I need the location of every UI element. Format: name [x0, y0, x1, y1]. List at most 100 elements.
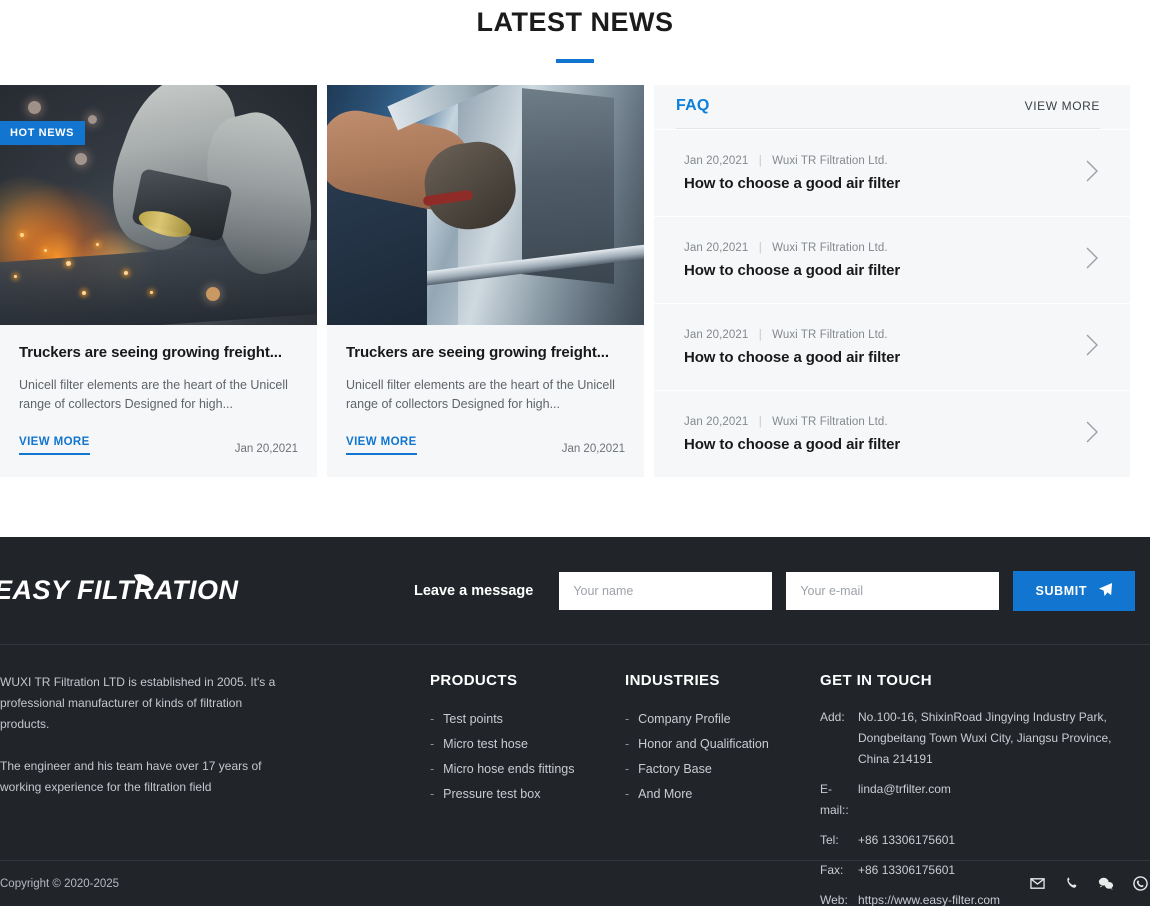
view-more-link[interactable]: VIEW MORE: [346, 436, 417, 455]
chevron-right-icon[interactable]: [1084, 243, 1100, 278]
news-card[interactable]: HOT NEWS Truckers are seeing growing fre…: [0, 85, 317, 477]
faq-list-item[interactable]: Jan 20,2021 | Wuxi TR Filtration Ltd. Ho…: [654, 130, 1130, 216]
faq-list: Jan 20,2021 | Wuxi TR Filtration Ltd. Ho…: [654, 129, 1130, 477]
faq-item-date: Jan 20,2021: [684, 155, 748, 167]
chevron-right-icon[interactable]: [1084, 156, 1100, 191]
contact-value: +86 13306175601: [858, 830, 1145, 851]
contact-value: No.100-16, ShixinRoad Jingying Industry …: [858, 707, 1145, 770]
footer-columns: WUXI TR Filtration LTD is established in…: [0, 645, 1150, 859]
faq-meta-separator: |: [752, 242, 769, 254]
dash-icon: -: [430, 757, 434, 782]
metal-sheet-press-brake-photo: [327, 85, 644, 325]
contact-heading: GET IN TOUCH: [820, 672, 1145, 689]
faq-list-item[interactable]: Jan 20,2021 | Wuxi TR Filtration Ltd. Ho…: [654, 304, 1130, 390]
news-card-excerpt: Unicell filter elements are the heart of…: [19, 376, 298, 414]
faq-item-title[interactable]: How to choose a good air filter: [684, 175, 900, 192]
dash-icon: -: [625, 757, 629, 782]
brand-logo[interactable]: EASY FILTRATION: [0, 575, 414, 606]
dash-icon: -: [625, 707, 629, 732]
product-link-item[interactable]: - Micro hose ends fittings: [430, 757, 625, 782]
faq-label[interactable]: FAQ: [676, 97, 710, 115]
industry-link-label: And More: [638, 782, 692, 807]
whatsapp-icon[interactable]: [1133, 876, 1148, 891]
industry-link-item[interactable]: - Factory Base: [625, 757, 820, 782]
news-card-media[interactable]: HOT NEWS: [0, 85, 317, 325]
industry-link-item[interactable]: - And More: [625, 782, 820, 807]
footer-products-column: PRODUCTS - Test points - Micro test hose…: [430, 672, 625, 859]
faq-item-date: Jan 20,2021: [684, 416, 748, 428]
about-paragraph: WUXI TR Filtration LTD is established in…: [0, 672, 290, 735]
contact-row-email[interactable]: E-mail:: linda@trfilter.com: [820, 779, 1145, 821]
dash-icon: -: [430, 707, 434, 732]
news-card-title[interactable]: Truckers are seeing growing freight...: [346, 343, 625, 363]
chevron-right-icon[interactable]: [1084, 417, 1100, 452]
faq-panel: FAQ VIEW MORE Jan 20,2021 | Wuxi TR Filt…: [654, 85, 1130, 477]
industry-link-label: Company Profile: [638, 707, 730, 732]
faq-item-date: Jan 20,2021: [684, 329, 748, 341]
footer-bottom-bar: Copyright © 2020-2025: [0, 860, 1150, 906]
leave-message-label: Leave a message: [414, 583, 533, 599]
product-link-item[interactable]: - Micro test hose: [430, 732, 625, 757]
title-underline-rule: [556, 59, 594, 63]
social-links: [1030, 876, 1150, 891]
product-link-item[interactable]: - Pressure test box: [430, 782, 625, 807]
email-icon[interactable]: [1030, 876, 1045, 891]
footer-contact-column: GET IN TOUCH Add: No.100-16, ShixinRoad …: [820, 672, 1145, 859]
faq-item-meta: Jan 20,2021 | Wuxi TR Filtration Ltd.: [684, 329, 900, 341]
faq-meta-separator: |: [752, 329, 769, 341]
product-link-label: Test points: [443, 707, 503, 732]
send-paper-plane-icon: [1098, 582, 1113, 600]
industry-link-label: Factory Base: [638, 757, 712, 782]
industry-link-item[interactable]: - Company Profile: [625, 707, 820, 732]
news-card-media[interactable]: [327, 85, 644, 325]
about-paragraph: The engineer and his team have over 17 y…: [0, 756, 290, 798]
news-card-footer: VIEW MORE Jan 20,2021: [346, 436, 625, 477]
chevron-right-icon[interactable]: [1084, 330, 1100, 365]
hot-news-badge: HOT NEWS: [0, 121, 85, 145]
faq-meta-separator: |: [752, 416, 769, 428]
product-link-label: Micro test hose: [443, 732, 528, 757]
news-card-body: Truckers are seeing growing freight... U…: [0, 325, 317, 477]
name-input[interactable]: [559, 572, 772, 610]
contact-row-tel[interactable]: Tel: +86 13306175601: [820, 830, 1145, 851]
faq-header: FAQ VIEW MORE: [654, 85, 1130, 129]
industry-link-label: Honor and Qualification: [638, 732, 769, 757]
footer-about-column: WUXI TR Filtration LTD is established in…: [0, 672, 430, 859]
industry-link-item[interactable]: - Honor and Qualification: [625, 732, 820, 757]
contact-row-address: Add: No.100-16, ShixinRoad Jingying Indu…: [820, 707, 1145, 770]
contact-key: Tel:: [820, 830, 858, 851]
news-card[interactable]: Truckers are seeing growing freight... U…: [327, 85, 644, 477]
news-card-date: Jan 20,2021: [235, 443, 298, 455]
product-link-item[interactable]: - Test points: [430, 707, 625, 732]
news-card-date: Jan 20,2021: [562, 443, 625, 455]
faq-item-title[interactable]: How to choose a good air filter: [684, 262, 900, 279]
wechat-icon[interactable]: [1098, 876, 1114, 891]
faq-item-title[interactable]: How to choose a good air filter: [684, 436, 900, 453]
email-input[interactable]: [786, 572, 999, 610]
product-link-label: Micro hose ends fittings: [443, 757, 574, 782]
section-header: LATEST NEWS: [0, 0, 1150, 63]
submit-button[interactable]: SUBMIT: [1013, 571, 1135, 611]
submit-button-label: SUBMIT: [1036, 584, 1088, 598]
faq-list-item[interactable]: Jan 20,2021 | Wuxi TR Filtration Ltd. Ho…: [654, 391, 1130, 477]
view-more-link[interactable]: VIEW MORE: [19, 436, 90, 455]
brand-logo-text: EASY FILTRATION: [0, 575, 239, 605]
product-link-label: Pressure test box: [443, 782, 540, 807]
news-card-body: Truckers are seeing growing freight... U…: [327, 325, 644, 477]
faq-item-source: Wuxi TR Filtration Ltd.: [772, 155, 888, 167]
latest-news-page: LATEST NEWS: [0, 0, 1150, 906]
faq-item-source: Wuxi TR Filtration Ltd.: [772, 242, 888, 254]
faq-item-title[interactable]: How to choose a good air filter: [684, 349, 900, 366]
faq-list-item[interactable]: Jan 20,2021 | Wuxi TR Filtration Ltd. Ho…: [654, 217, 1130, 303]
footer-industries-column: INDUSTRIES - Company Profile - Honor and…: [625, 672, 820, 859]
dash-icon: -: [430, 782, 434, 807]
page-title: LATEST NEWS: [0, 4, 1150, 40]
contact-value: linda@trfilter.com: [858, 779, 1145, 821]
faq-view-more-link[interactable]: VIEW MORE: [1025, 99, 1100, 113]
industries-heading: INDUSTRIES: [625, 672, 820, 689]
footer-contact-bar: EASY FILTRATION Leave a message SUBMIT: [0, 537, 1150, 645]
news-card-title[interactable]: Truckers are seeing growing freight...: [19, 343, 298, 363]
faq-meta-separator: |: [752, 155, 769, 167]
faq-item-source: Wuxi TR Filtration Ltd.: [772, 416, 888, 428]
phone-icon[interactable]: [1064, 876, 1079, 891]
